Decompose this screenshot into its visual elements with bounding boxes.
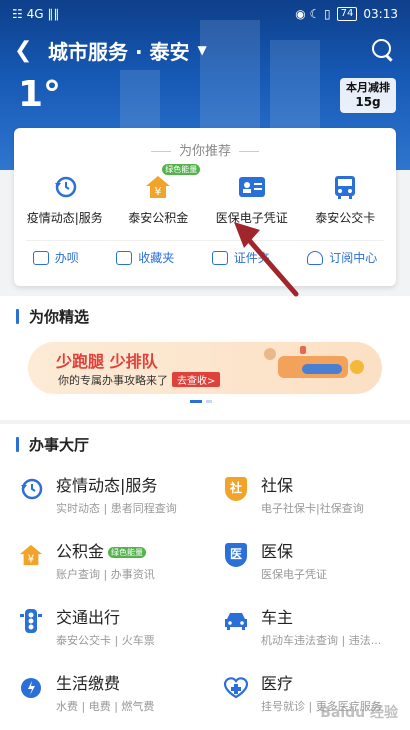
recommend-label: 疫情动态|服务 [26,211,103,225]
service-name: 公积金 绿色能量 [56,538,155,562]
recommend-item-fund[interactable]: 绿色能量 ¥ 泰安公积金 [112,164,204,226]
page-title[interactable]: 城市服务 · 泰安 [48,36,190,65]
service-name: 社保 [261,476,294,495]
bus-card-icon [331,173,359,201]
carbon-badge[interactable]: 本月减排 15g [340,78,396,113]
service-name: 医疗 [261,674,294,693]
service-transport[interactable]: 交通出行泰安公交卡 | 火车票 [0,596,205,662]
svg-text:¥: ¥ [155,185,162,198]
recommend-grid: 疫情动态|服务 绿色能量 ¥ 泰安公积金 医保电子凭证 泰安公交卡 [14,164,396,226]
recommend-label: 泰安公积金 [128,211,189,225]
indicator-dot [190,400,202,403]
id-card-icon [238,173,266,201]
featured-section: 为你精选 少跑腿 少排队 你的专属办事攻略来了 去查收> [0,296,410,420]
calendar-icon [32,250,49,265]
watermark: Baidu 经验 [320,705,398,721]
medical-cross-icon [223,674,249,700]
medical-shield-icon: 医 [223,542,249,568]
service-car-owner[interactable]: 车主机动车违法查询 | 违法... [205,596,410,662]
service-name-text: 公积金 [56,542,105,561]
traffic-light-icon [18,608,44,634]
service-social-security[interactable]: 社 社保电子社保卡|社保查询 [205,464,410,530]
service-subtitle: 实时动态 | 患者同程查询 [56,502,177,515]
carousel-indicator [190,400,212,403]
section-title-text: 为你精选 [29,307,90,326]
section-accent-bar [16,436,19,452]
battery-icon: 74 [336,7,358,21]
id-card-outline-icon [211,250,228,265]
quick-label: 办呗 [54,251,79,265]
indicator-dot [206,400,212,403]
service-subtitle: 机动车违法查询 | 违法... [261,634,382,647]
back-arrow-icon[interactable]: ❮ [14,38,42,63]
recommend-label: 泰安公交卡 [315,211,376,225]
annotation-arrow-icon [234,222,299,297]
service-name: 医保 [261,542,294,561]
quick-label: 订阅中心 [329,251,378,265]
promo-banner[interactable]: 少跑腿 少排队 你的专属办事攻略来了 去查收> [28,342,382,394]
service-utilities[interactable]: 生活缴费水费 | 电费 | 燃气费 [0,662,205,728]
quick-links: 办呗 收藏夹 证件夹 订阅中心 [14,249,396,266]
recommend-card: 为你推荐 疫情动态|服务 绿色能量 ¥ 泰安公积金 医保电子凭证 泰安公交卡 办… [14,128,396,286]
service-name: 车主 [261,608,294,627]
recommend-item-bus-card[interactable]: 泰安公交卡 [299,173,391,226]
clock-illustration [264,348,276,360]
service-grid: 疫情动态|服务实时动态 | 患者同程查询 社 社保电子社保卡|社保查询 ¥ 公积… [0,464,410,728]
banner-title: 少跑腿 少排队 [56,352,158,371]
house-yuan-icon: ¥ [144,173,172,201]
divider [26,240,384,241]
house-yuan-icon: ¥ [18,542,44,568]
caret-down-icon[interactable]: ▼ [198,43,207,57]
service-epidemic[interactable]: 疫情动态|服务实时动态 | 患者同程查询 [0,464,205,530]
section-title-text: 办事大厅 [29,435,90,454]
section-accent-bar [16,308,19,324]
section-title: 为你精选 [0,296,410,336]
status-icons: ◉ ☾ ▯ [295,7,331,21]
temperature: 1° [18,74,62,115]
clock-refresh-icon [18,476,44,502]
status-bar: ☷ 4G ∥∥ ◉ ☾ ▯ 74 03:13 [0,0,410,28]
search-icon[interactable] [370,37,396,63]
quick-link-banbei[interactable]: 办呗 [32,249,79,266]
banner-subtitle-text: 你的专属办事攻略来了 [58,374,168,387]
service-subtitle: 医保电子凭证 [261,568,327,581]
carbon-label: 本月减排 [346,81,390,94]
folder-icon [116,250,133,265]
service-subtitle: 账户查询 | 办事资讯 [56,568,155,581]
service-medical-insurance[interactable]: 医 医保医保电子凭证 [205,530,410,596]
shield-glyph: 社 [225,477,247,501]
service-hall-section: 办事大厅 疫情动态|服务实时动态 | 患者同程查询 社 社保电子社保卡|社保查询… [0,424,410,730]
svg-text:¥: ¥ [28,554,35,565]
service-name: 交通出行 [56,608,121,627]
service-subtitle: 泰安公交卡 | 火车票 [56,634,155,647]
clock-refresh-icon [51,173,79,201]
quick-link-favorites[interactable]: 收藏夹 [116,249,174,266]
water-drop-icon [18,674,44,700]
banner-subtitle: 你的专属办事攻略来了 去查收> [58,372,221,388]
service-subtitle: 电子社保卡|社保查询 [261,502,364,515]
lamp-illustration [300,346,306,354]
clock-time: 03:13 [363,7,398,21]
carbon-value: 15g [355,95,381,109]
social-security-shield-icon: 社 [223,476,249,502]
green-energy-badge: 绿色能量 [162,164,201,175]
service-name: 疫情动态|服务 [56,476,158,495]
recommend-heading: 为你推荐 [14,140,396,159]
service-name: 生活缴费 [56,674,121,693]
green-energy-badge: 绿色能量 [108,547,147,558]
service-subtitle: 水费 | 电费 | 燃气费 [56,700,155,713]
person-illustration [302,364,342,374]
signal-icon: ☷ 4G ∥∥ [12,7,60,21]
title-bar: ❮ 城市服务 · 泰安 ▼ [0,32,410,68]
quick-link-subscription[interactable]: 订阅中心 [307,249,377,266]
shield-glyph: 医 [225,543,247,567]
car-icon [223,608,249,634]
recommend-item-epidemic[interactable]: 疫情动态|服务 [19,173,111,226]
coin-icon [350,360,364,374]
section-title: 办事大厅 [0,424,410,464]
banner-button[interactable]: 去查收> [172,372,221,387]
service-housing-fund[interactable]: ¥ 公积金 绿色能量账户查询 | 办事资讯 [0,530,205,596]
quick-label: 收藏夹 [138,251,175,265]
